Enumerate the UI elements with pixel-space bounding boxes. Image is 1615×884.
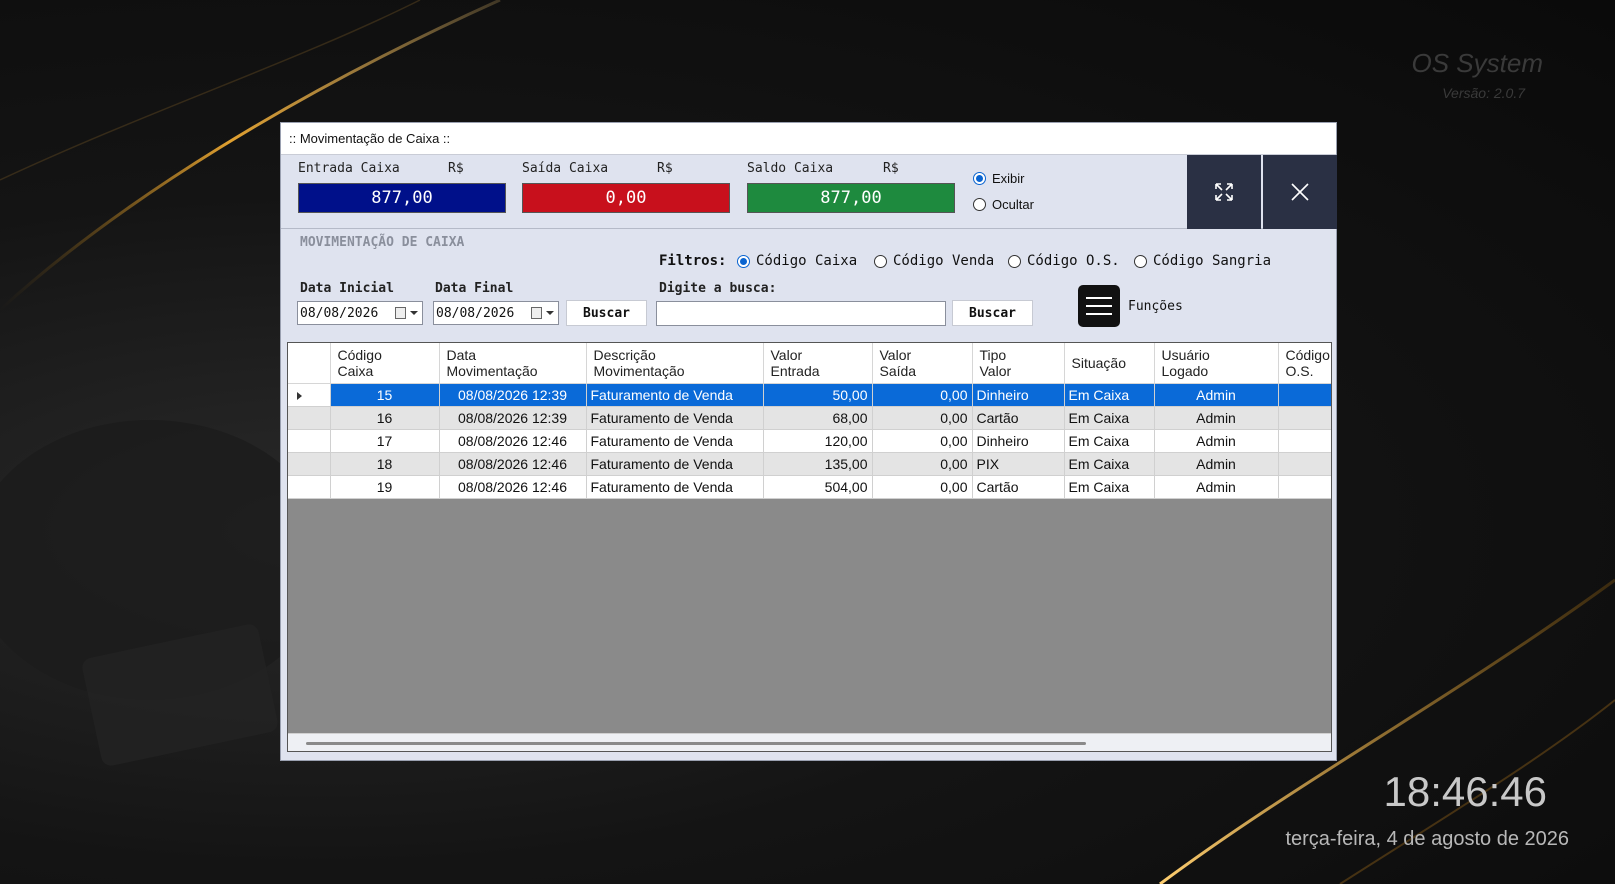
row-selector[interactable] <box>288 475 331 499</box>
row-selector[interactable] <box>288 452 331 476</box>
column-header[interactable]: Descrição Movimentação <box>586 343 764 384</box>
table-row[interactable]: 19 08/08/2026 12:46 Faturamento de Venda 5… <box>288 475 1331 499</box>
column-header[interactable]: Código O.S. <box>1278 343 1331 384</box>
saida-caixa-value: 0,00 <box>522 183 730 213</box>
radio-ocultar[interactable]: Ocultar <box>973 197 1034 212</box>
radio-exibir-label: Exibir <box>992 171 1025 186</box>
data-final-picker[interactable]: 08/08/2026 <box>433 301 559 325</box>
brand-version: Versão: 2.0.7 <box>1442 85 1525 101</box>
data-inicial-value: 08/08/2026 <box>300 305 379 321</box>
column-header[interactable]: Código Caixa <box>330 343 440 384</box>
filters-label: Filtros: <box>659 253 727 269</box>
saldo-caixa-value: 877,00 <box>747 183 955 213</box>
close-button[interactable] <box>1263 155 1337 229</box>
column-header[interactable]: Usuário Logado <box>1154 343 1279 384</box>
clock: 18:46:46 <box>1383 768 1548 815</box>
saldo-caixa-label: Saldo Caixa <box>747 161 834 176</box>
filter-codigo-venda[interactable]: Código Venda <box>874 253 994 269</box>
calendar-icon[interactable] <box>395 307 406 319</box>
row-header-corner <box>288 343 331 384</box>
search-input[interactable] <box>656 301 946 326</box>
expand-icon <box>1215 183 1233 201</box>
row-selector[interactable] <box>288 383 331 407</box>
table-row[interactable]: 17 08/08/2026 12:46 Faturamento de Venda 1… <box>288 429 1331 453</box>
entrada-caixa-label: Entrada Caixa <box>298 161 400 176</box>
filter-codigo-caixa[interactable]: Código Caixa <box>737 253 857 269</box>
current-row-arrow-icon <box>297 391 302 400</box>
buscar-dates-button[interactable]: Buscar <box>566 300 647 326</box>
search-label: Digite a busca: <box>659 281 777 296</box>
filter-codigo-sangria[interactable]: Código Sangria <box>1134 253 1271 269</box>
saldo-caixa-box: Saldo Caixa R$ 877,00 <box>747 161 955 213</box>
buscar-search-button[interactable]: Buscar <box>952 300 1033 326</box>
column-header[interactable]: Valor Entrada <box>763 343 873 384</box>
movements-table: Código Caixa Data Movimentação Descrição Mo… <box>288 343 1331 499</box>
clock-date: terça-feira, 4 de agosto de 2026 <box>1285 828 1569 850</box>
saldo-currency: R$ <box>883 161 899 176</box>
entrada-caixa-box: Entrada Caixa R$ 877,00 <box>298 161 506 213</box>
entrada-caixa-value: 877,00 <box>298 183 506 213</box>
radio-ocultar-label: Ocultar <box>992 197 1034 212</box>
saida-caixa-label: Saída Caixa <box>522 161 609 176</box>
movements-grid[interactable]: Código Caixa Data Movimentação Descrição Mo… <box>287 342 1332 752</box>
data-inicial-label: Data Inicial <box>300 281 394 296</box>
scrollbar-thumb[interactable] <box>306 742 1086 745</box>
filter-codigo-os-indicator[interactable] <box>1008 254 1021 268</box>
radio-exibir[interactable]: Exibir <box>973 171 1025 186</box>
filter-codigo-caixa-indicator[interactable] <box>737 254 750 268</box>
table-row[interactable]: 16 08/08/2026 12:39 Faturamento de Venda 6… <box>288 406 1331 430</box>
table-header-row: Código Caixa Data Movimentação Descrição Mo… <box>288 343 1331 384</box>
entrada-currency: R$ <box>448 161 464 176</box>
row-selector[interactable] <box>288 406 331 430</box>
cash-movement-window: :: Movimentação de Caixa :: Entrada Caix… <box>280 122 1337 761</box>
column-header[interactable]: Situação <box>1064 343 1155 384</box>
horizontal-scrollbar[interactable] <box>288 733 1331 751</box>
table-row[interactable]: 15 08/08/2026 12:39 Faturamento de Venda 5… <box>288 383 1331 407</box>
filter-codigo-venda-label: Código Venda <box>893 253 995 269</box>
data-final-value: 08/08/2026 <box>436 305 515 321</box>
window-title: :: Movimentação de Caixa :: <box>289 131 451 146</box>
column-header[interactable]: Valor Saída <box>872 343 973 384</box>
cash-summary: Entrada Caixa R$ 877,00 Saída Caixa R$ 0… <box>281 155 1337 229</box>
radio-ocultar-indicator[interactable] <box>973 198 986 211</box>
row-selector[interactable] <box>288 429 331 453</box>
section-title: MOVIMENTAÇÃO DE CAIXA <box>300 235 465 250</box>
window-titlebar[interactable]: :: Movimentação de Caixa :: <box>281 123 1336 155</box>
saida-currency: R$ <box>657 161 673 176</box>
filter-codigo-venda-indicator[interactable] <box>874 254 887 268</box>
funcoes-menu-button[interactable] <box>1078 285 1120 327</box>
dropdown-arrow-icon[interactable] <box>546 311 554 315</box>
saida-caixa-box: Saída Caixa R$ 0,00 <box>522 161 730 213</box>
calendar-icon[interactable] <box>531 307 542 319</box>
data-inicial-picker[interactable]: 08/08/2026 <box>297 301 423 325</box>
menu-icon-bar <box>1086 313 1112 315</box>
column-header[interactable]: Data Movimentação <box>439 343 587 384</box>
data-final-label: Data Final <box>435 281 514 296</box>
radio-exibir-indicator[interactable] <box>973 172 986 185</box>
dropdown-arrow-icon[interactable] <box>410 311 418 315</box>
funcoes-label[interactable]: Funções <box>1128 299 1183 314</box>
maximize-button[interactable] <box>1187 155 1261 229</box>
filter-codigo-os[interactable]: Código O.S. <box>1008 253 1120 269</box>
filter-codigo-caixa-label: Código Caixa <box>756 253 858 269</box>
table-row[interactable]: 18 08/08/2026 12:46 Faturamento de Venda 1… <box>288 452 1331 476</box>
filter-codigo-os-label: Código O.S. <box>1027 253 1120 269</box>
brand-name: OS System <box>1411 48 1543 78</box>
close-icon <box>1291 183 1309 201</box>
menu-icon-bar <box>1086 305 1112 307</box>
menu-icon-bar <box>1086 297 1112 299</box>
column-header[interactable]: Tipo Valor <box>972 343 1065 384</box>
brand: OS System Versão: 2.0.7 <box>1412 48 1543 101</box>
filter-codigo-sangria-label: Código Sangria <box>1153 253 1272 269</box>
filter-codigo-sangria-indicator[interactable] <box>1134 254 1147 268</box>
